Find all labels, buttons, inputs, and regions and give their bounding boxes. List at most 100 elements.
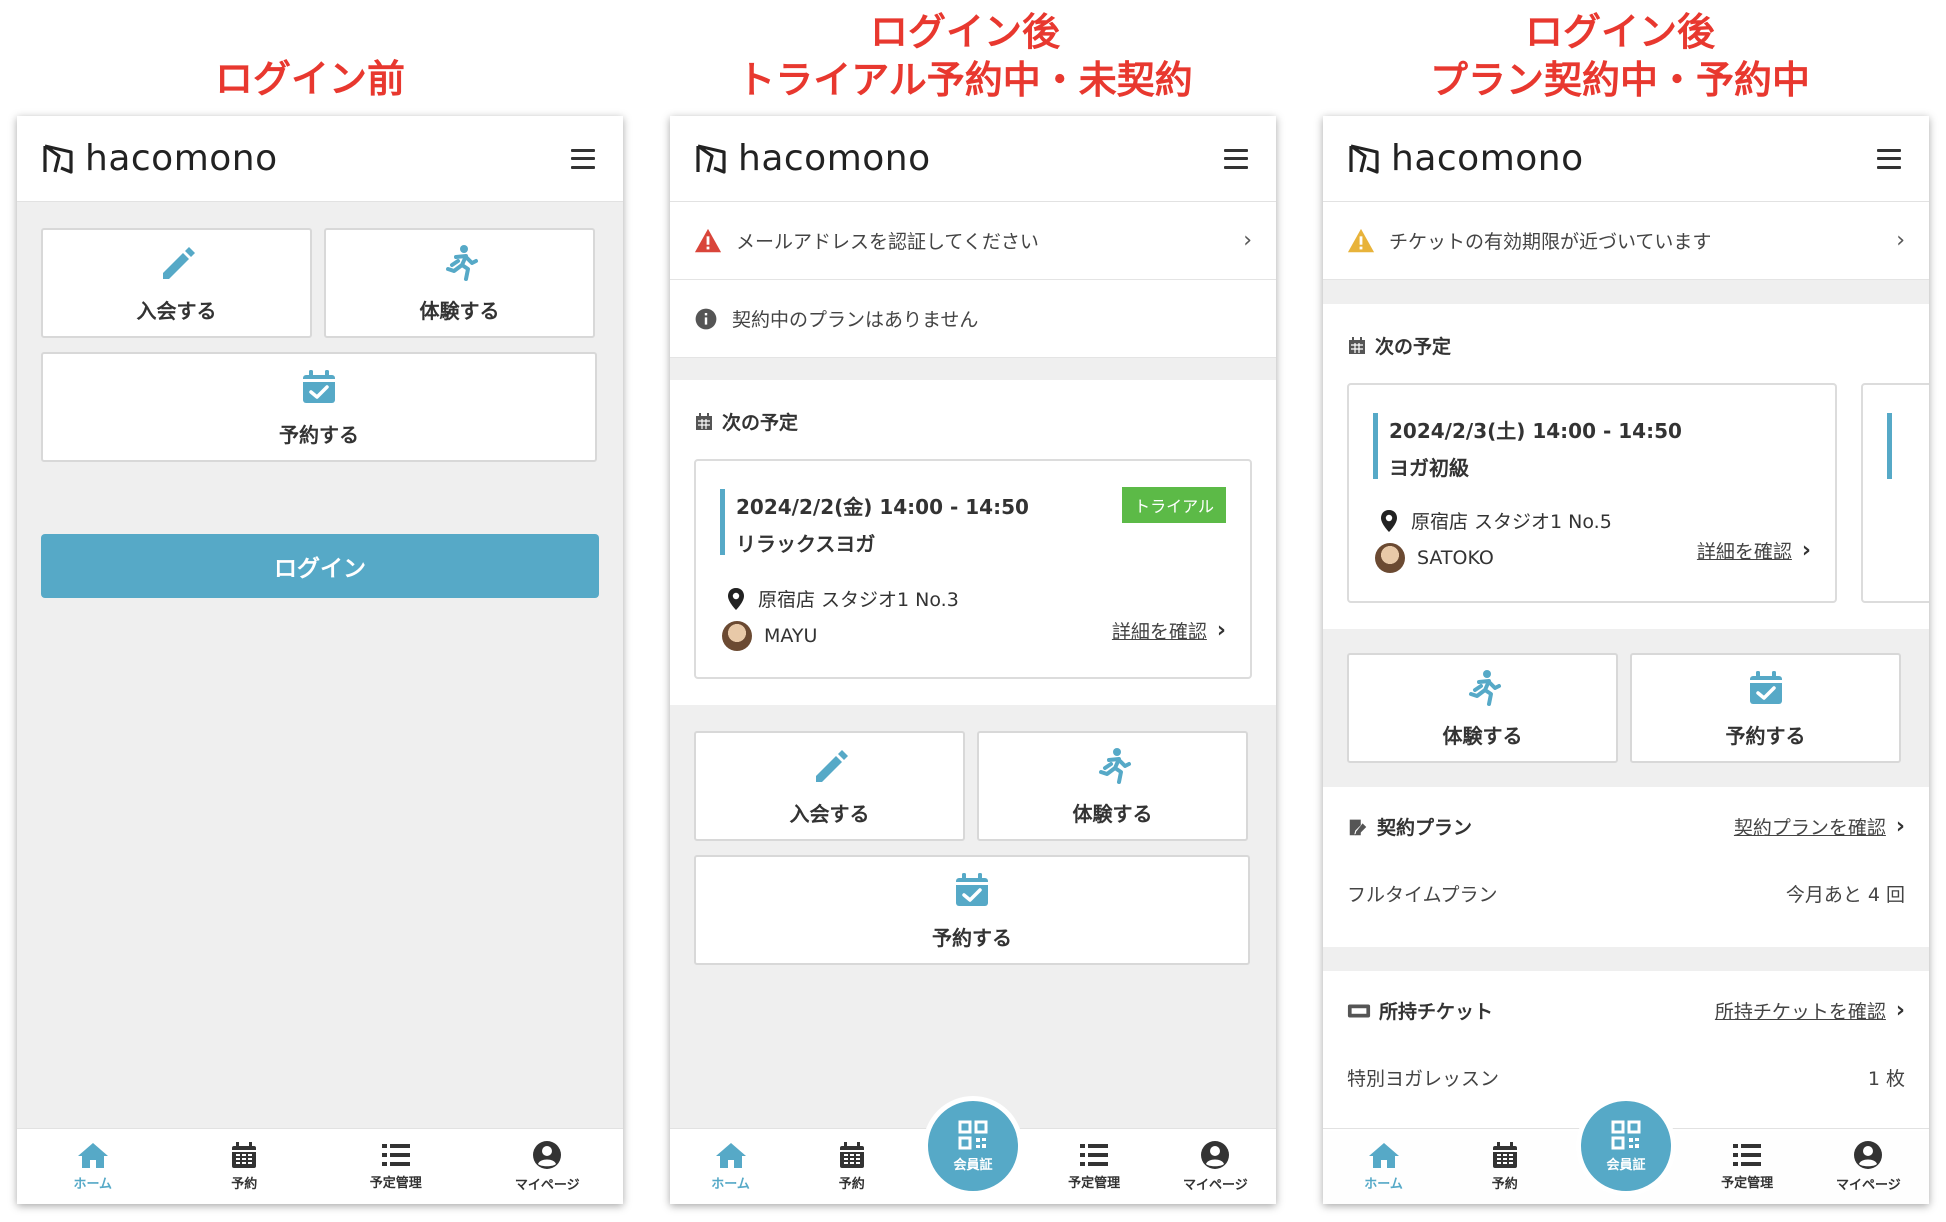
tab-mypage[interactable]: マイページ <box>492 1140 602 1193</box>
hamburger-menu-icon[interactable] <box>1877 148 1901 169</box>
tab-mypage[interactable]: マイページ <box>1813 1140 1923 1193</box>
tab-label: 予約 <box>231 1177 258 1192</box>
tab-reserve[interactable]: 予約 <box>189 1141 299 1192</box>
reserve-button[interactable]: 予約する <box>41 352 597 462</box>
location-text: 原宿店 スタジオ1 No.3 <box>758 589 959 611</box>
tab-label: ホーム <box>73 1177 113 1192</box>
ticket-expiring-notice[interactable]: チケットの有効期限が近づいています › <box>1323 202 1929 280</box>
instructor-name: SATOKO <box>1417 547 1494 569</box>
info-icon <box>694 307 718 331</box>
logo[interactable]: hacomono <box>1347 138 1584 179</box>
home-icon <box>715 1141 747 1169</box>
verify-email-notice[interactable]: メールアドレスを認証してください › <box>670 202 1276 280</box>
section-title-text: 次の予定 <box>1375 336 1452 358</box>
reserve-button[interactable]: 予約する <box>1630 653 1901 763</box>
logo-icon <box>694 142 728 176</box>
tab-label: ホーム <box>1364 1177 1403 1192</box>
member-card-label: 会員証 <box>953 1157 993 1173</box>
tab-reserve[interactable]: 予約 <box>797 1141 907 1192</box>
contract-edit-icon <box>1347 816 1369 838</box>
schedule-carousel[interactable]: 2024/2/3(土) 14:00 - 14:50 ヨガ初級 原宿店 スタジオ1… <box>1323 383 1929 603</box>
title-line: トライアル予約中・未契約 <box>737 58 1193 102</box>
card-accent-bar <box>1373 413 1378 479</box>
qr-code-icon <box>958 1120 988 1150</box>
logo[interactable]: hacomono <box>41 138 278 179</box>
tab-reserve[interactable]: 予約 <box>1450 1141 1560 1192</box>
instructor-name: MAYU <box>764 625 818 647</box>
reserve-label: 予約する <box>279 422 359 447</box>
schedule-card-next[interactable] <box>1861 383 1929 603</box>
user-icon <box>532 1140 562 1170</box>
calendar-check-icon <box>952 870 992 910</box>
hamburger-menu-icon[interactable] <box>1224 148 1248 169</box>
member-card-button[interactable]: 会員証 <box>923 1096 1023 1196</box>
join-button[interactable]: 入会する <box>694 731 965 841</box>
instructor-avatar <box>1375 543 1405 573</box>
title-line: ログイン前 <box>214 57 405 101</box>
join-label: 入会する <box>789 801 870 826</box>
chevron-right-icon: › <box>1895 814 1905 839</box>
detail-link-text[interactable]: 詳細を確認 <box>1697 537 1792 564</box>
tab-schedule[interactable]: 予定管理 <box>1692 1142 1802 1191</box>
running-icon <box>440 243 480 283</box>
section-title: 契約プラン <box>1347 813 1472 840</box>
schedule-datetime: 2024/2/3(土) 14:00 - 14:50 <box>1389 419 1682 443</box>
qr-code-icon <box>1611 1120 1641 1150</box>
schedule-card[interactable]: トライアル 2024/2/2(金) 14:00 - 14:50 リラックスヨガ … <box>694 459 1252 679</box>
tab-label: 予定管理 <box>1068 1176 1121 1191</box>
detail-link[interactable]: 詳細を確認 › <box>1112 617 1226 644</box>
next-schedule-section: 次の予定 トライアル 2024/2/2(金) 14:00 - 14:50 リラッ… <box>670 380 1276 705</box>
column-title-trial: ログイン後 トライアル予約中・未契約 <box>655 8 1275 104</box>
trial-button[interactable]: 体験する <box>324 228 595 338</box>
join-label: 入会する <box>136 298 217 323</box>
calendar-icon <box>694 412 714 432</box>
plan-link-text[interactable]: 契約プランを確認 <box>1734 813 1886 840</box>
tab-label: マイページ <box>1835 1178 1901 1193</box>
card-accent-bar <box>720 489 725 555</box>
logo-text: hacomono <box>1391 138 1584 179</box>
home-icon <box>1368 1141 1400 1169</box>
join-button[interactable]: 入会する <box>41 228 312 338</box>
tab-home[interactable]: ホーム <box>38 1141 148 1192</box>
running-icon <box>1093 746 1133 786</box>
chevron-right-icon: › <box>1801 538 1811 563</box>
tickets-link-text[interactable]: 所持チケットを確認 <box>1715 997 1886 1024</box>
tickets-header-row: 所持チケット 所持チケットを確認 › <box>1323 997 1929 1024</box>
warning-icon <box>694 227 722 255</box>
trial-label: 体験する <box>1442 723 1523 748</box>
tab-home[interactable]: ホーム <box>676 1141 786 1192</box>
chevron-right-icon: › <box>1216 618 1226 643</box>
tab-schedule[interactable]: 予定管理 <box>341 1142 451 1191</box>
tab-schedule[interactable]: 予定管理 <box>1039 1142 1149 1191</box>
tab-home[interactable]: ホーム <box>1329 1141 1439 1192</box>
notice-text: チケットの有効期限が近づいています <box>1389 231 1712 253</box>
ticket-icon <box>1347 1001 1371 1021</box>
schedule-card[interactable]: 2024/2/3(土) 14:00 - 14:50 ヨガ初級 原宿店 スタジオ1… <box>1347 383 1837 603</box>
section-title-text: 所持チケット <box>1379 1001 1494 1023</box>
member-card-button[interactable]: 会員証 <box>1576 1096 1676 1196</box>
instructor-row: SATOKO <box>1375 543 1494 573</box>
action-buttons: 入会する 体験する 予約する <box>670 731 1276 965</box>
plan-link[interactable]: 契約プランを確認 › <box>1734 813 1905 840</box>
trial-button[interactable]: 体験する <box>977 731 1248 841</box>
login-button[interactable]: ログイン <box>41 534 599 598</box>
pencil-icon <box>157 243 197 283</box>
trial-button[interactable]: 体験する <box>1347 653 1618 763</box>
logo[interactable]: hacomono <box>694 138 931 179</box>
action-buttons: 体験する 予約する <box>1323 629 1929 787</box>
location-row: 原宿店 スタジオ1 No.3 <box>726 585 959 612</box>
plan-remaining: 今月あと 4 回 <box>1785 884 1905 906</box>
tab-mypage[interactable]: マイページ <box>1160 1140 1270 1193</box>
action-buttons: 入会する 体験する 予約する <box>17 228 623 462</box>
logo-text: hacomono <box>738 138 931 179</box>
detail-link[interactable]: 詳細を確認 › <box>1697 537 1811 564</box>
list-icon <box>1079 1142 1109 1168</box>
hamburger-menu-icon[interactable] <box>571 148 595 169</box>
card-accent-bar <box>1887 413 1892 479</box>
phone-trial-reserved: hacomono メールアドレスを認証してください › 契約中のプランはありませ… <box>670 116 1276 1204</box>
user-icon <box>1200 1140 1230 1170</box>
reserve-button[interactable]: 予約する <box>694 855 1250 965</box>
contract-plan-section: 契約プラン 契約プランを確認 › フルタイムプラン 今月あと 4 回 <box>1323 787 1929 947</box>
detail-link-text[interactable]: 詳細を確認 <box>1112 617 1207 644</box>
tickets-link[interactable]: 所持チケットを確認 › <box>1715 997 1905 1024</box>
